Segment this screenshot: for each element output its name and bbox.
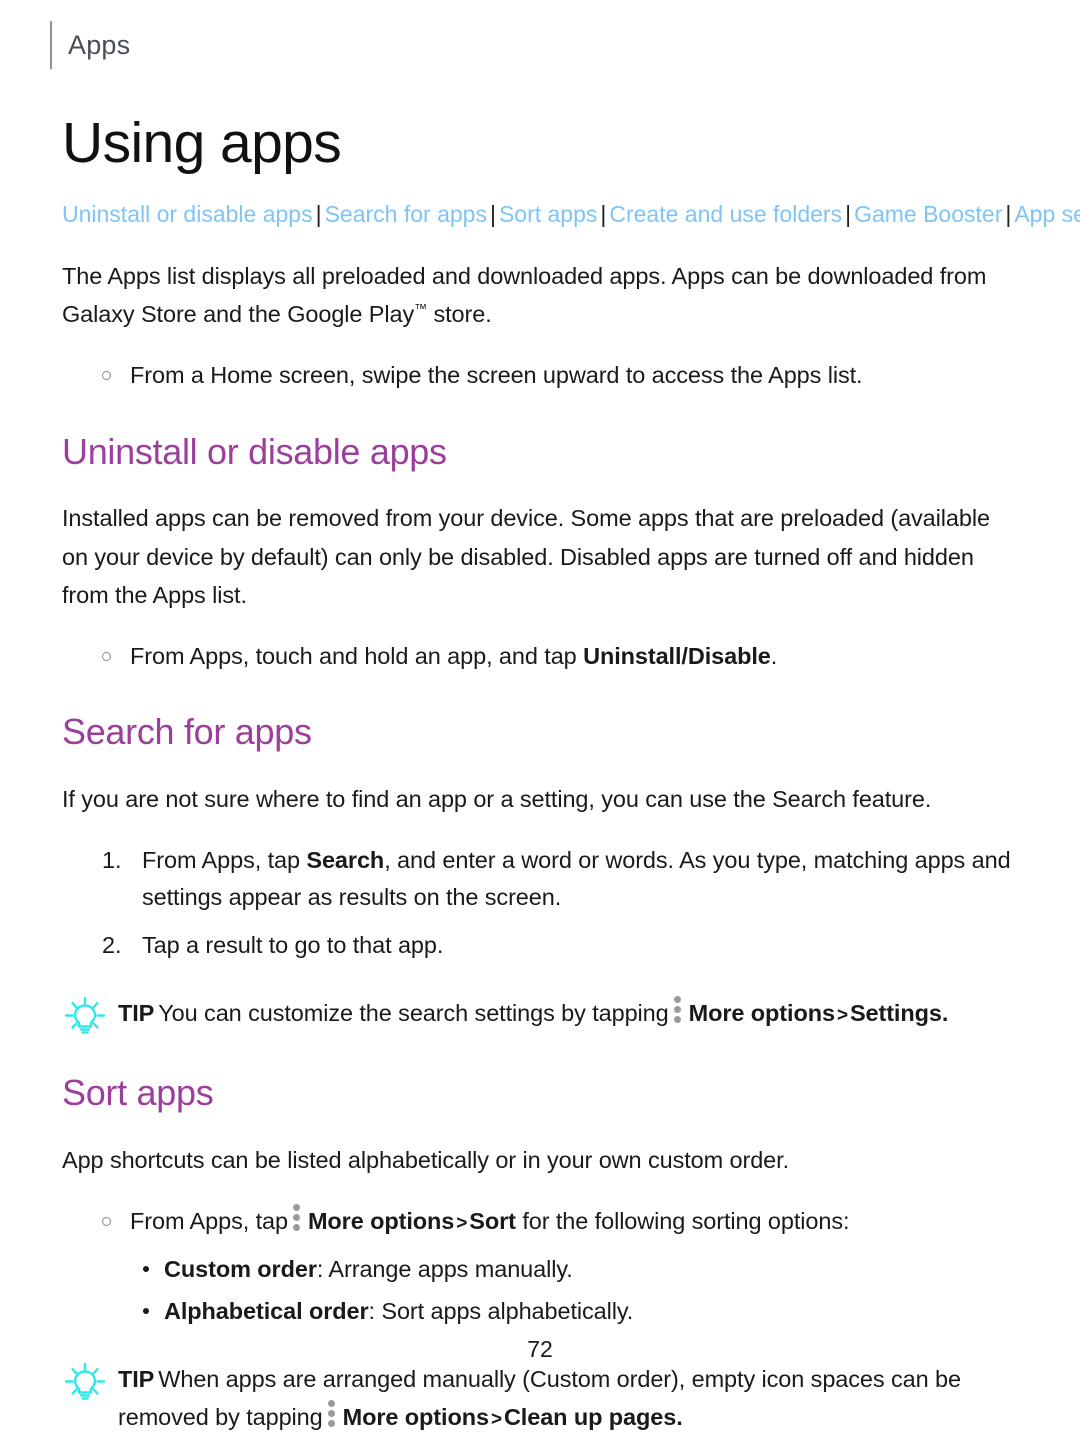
bullet-text-prefix: From Apps, tap xyxy=(130,1207,288,1234)
tip-text-prefix: You can customize the search settings by… xyxy=(158,1000,669,1027)
tip-more-options-label: More options xyxy=(688,1000,835,1027)
bullet-text-suffix: . xyxy=(770,642,778,669)
tip-text: TIP When apps are arranged manually (Cust… xyxy=(118,1360,1018,1436)
sort-options-list: Custom order: Arrange apps manually. Alp… xyxy=(62,1250,1018,1330)
nav-separator: | xyxy=(315,200,322,227)
uninstall-bullet-list: From Apps, touch and hold an app, and ta… xyxy=(62,638,1018,676)
nav-link-search-for-apps[interactable]: Search for apps xyxy=(325,201,487,227)
trademark-symbol: ™ xyxy=(414,301,428,317)
tip-callout-sort: TIP When apps are arranged manually (Cust… xyxy=(62,1360,1018,1436)
section-heading-sort-apps: Sort apps xyxy=(62,1072,214,1114)
nav-separator: | xyxy=(489,200,496,227)
list-item: Alphabetical order: Sort apps alphabetic… xyxy=(140,1292,1018,1330)
option-name: Alphabetical order xyxy=(164,1298,369,1325)
more-options-kebab-icon[interactable] xyxy=(292,1203,301,1231)
running-header: Apps xyxy=(50,0,1018,76)
tip-target-label: Clean up pages. xyxy=(503,1404,683,1431)
section-navigation-links: Uninstall or disable apps | Search for app… xyxy=(62,198,1080,231)
list-item: From Apps, tap Search, and enter a word … xyxy=(100,842,1018,917)
header-divider-rule xyxy=(50,21,52,69)
sort-bullet-list: From Apps, tap More options >Sort for the … xyxy=(62,1203,1018,1241)
intro-paragraph-part2: store. xyxy=(427,301,492,328)
lightbulb-icon xyxy=(62,1362,108,1402)
nav-link-uninstall-or-disable-apps[interactable]: Uninstall or disable apps xyxy=(62,201,313,227)
nav-separator: | xyxy=(845,200,852,227)
intro-paragraph: The Apps list displays all preloaded and… xyxy=(62,257,1017,334)
chapter-label: Apps xyxy=(68,29,131,60)
uninstall-paragraph: Installed apps can be removed from your … xyxy=(62,505,990,608)
tip-label: TIP xyxy=(118,1000,155,1027)
list-item: From a Home screen, swipe the screen upw… xyxy=(100,357,1018,395)
nav-link-create-and-use-folders[interactable]: Create and use folders xyxy=(609,201,842,227)
more-options-kebab-icon[interactable] xyxy=(327,1400,336,1428)
step-text-prefix: From Apps, tap xyxy=(142,846,307,873)
bullet-text-prefix: From Apps, touch and hold an app, and ta… xyxy=(130,642,584,669)
bullet-sort-label: Sort xyxy=(469,1207,516,1234)
more-options-kebab-icon[interactable] xyxy=(673,996,682,1024)
bullet-text-bold: Uninstall/Disable xyxy=(583,642,771,669)
tip-chevron-separator: > xyxy=(490,1409,502,1431)
nav-separator: | xyxy=(600,200,607,227)
section-heading-uninstall-or-disable-apps: Uninstall or disable apps xyxy=(62,430,447,472)
list-item: From Apps, tap More options >Sort for the … xyxy=(100,1203,1018,1241)
tip-callout-search: TIP You can customize the search settings… xyxy=(62,994,1018,1036)
nav-link-sort-apps[interactable]: Sort apps xyxy=(499,201,597,227)
list-item: Custom order: Arrange apps manually. xyxy=(140,1250,1018,1288)
nav-link-app-settings[interactable]: App settings xyxy=(1014,201,1080,227)
lightbulb-icon xyxy=(62,996,108,1036)
option-description: : Sort apps alphabetically. xyxy=(368,1298,634,1325)
search-steps-list: From Apps, tap Search, and enter a word … xyxy=(62,842,1018,965)
tip-label: TIP xyxy=(118,1366,155,1393)
page-number: 72 xyxy=(527,1336,553,1362)
option-description: : Arrange apps manually. xyxy=(316,1256,573,1283)
nav-link-game-booster[interactable]: Game Booster xyxy=(854,201,1002,227)
bullet-more-options-label: More options xyxy=(307,1207,455,1234)
tip-target-label: Settings. xyxy=(849,1000,949,1027)
tip-chevron-separator: > xyxy=(836,1005,848,1027)
option-name: Custom order xyxy=(164,1256,317,1283)
intro-bullet-list: From a Home screen, swipe the screen upw… xyxy=(62,357,1018,395)
document-page: Apps Using apps Uninstall or disable app… xyxy=(0,0,1080,1430)
tip-more-options-label: More options xyxy=(342,1404,489,1431)
section-heading-search-for-apps: Search for apps xyxy=(62,711,312,753)
bullet-chevron-separator: > xyxy=(456,1212,468,1234)
step-text-bold: Search xyxy=(306,846,385,873)
tip-text: TIP You can customize the search settings… xyxy=(118,994,948,1032)
sort-paragraph: App shortcuts can be listed alphabetical… xyxy=(62,1146,790,1173)
search-paragraph: If you are not sure where to find an app… xyxy=(62,785,932,812)
list-item: Tap a result to go to that app. xyxy=(102,927,444,964)
nav-separator: | xyxy=(1005,200,1012,227)
list-item: From Apps, touch and hold an app, and ta… xyxy=(100,638,1018,676)
bullet-text-suffix: for the following sorting options: xyxy=(515,1207,850,1234)
page-title: Using apps xyxy=(62,111,342,175)
intro-paragraph-part1: The Apps list displays all preloaded and… xyxy=(62,263,987,328)
